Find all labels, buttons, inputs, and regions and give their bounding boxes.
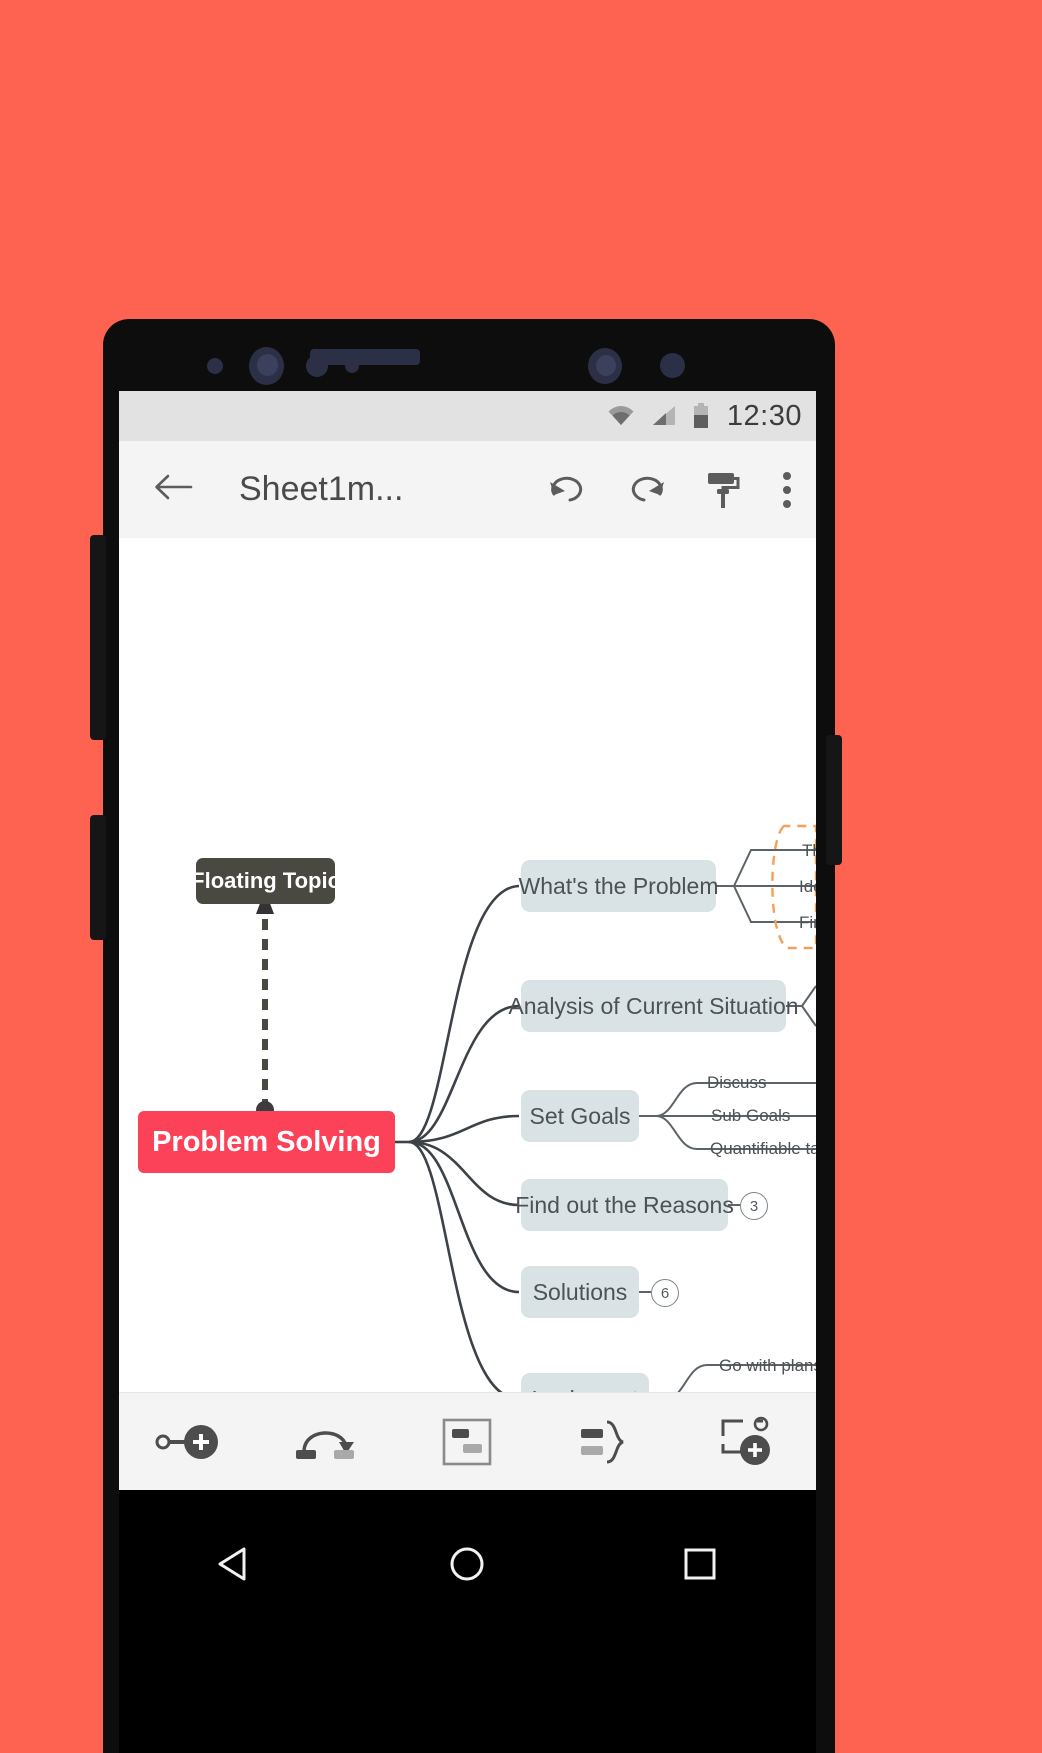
branch-node-find-reasons[interactable]: Find out the Reasons <box>515 1179 734 1231</box>
branch-label: Set Goals <box>529 1102 631 1129</box>
leaf-label[interactable]: Th <box>802 841 816 861</box>
branch-node-analysis[interactable]: Analysis of Current Situation <box>508 980 799 1032</box>
nav-back-icon[interactable] <box>195 1534 275 1594</box>
sensor-dot-4-inner <box>596 355 616 376</box>
status-bar: 12:30 <box>119 391 816 441</box>
redo-icon[interactable] <box>626 474 666 506</box>
floating-topic-label: Floating Topic <box>191 868 340 893</box>
leaf-label[interactable]: Fir <box>799 913 816 933</box>
phone-screen: 12:30 Sheet1m... Floating Topic Problem … <box>119 391 816 1490</box>
side-button-upper[interactable] <box>90 535 106 740</box>
branch-label: Find out the Reasons <box>515 1191 734 1218</box>
branch-label: Analysis of Current Situation <box>508 992 799 1019</box>
sensor-dot-1 <box>207 358 223 374</box>
add-summary-icon[interactable] <box>547 1407 667 1477</box>
branch-node-set-goals[interactable]: Set Goals <box>521 1090 639 1142</box>
floating-topic-node[interactable]: Floating Topic <box>191 858 340 904</box>
add-relationship-icon[interactable] <box>268 1407 388 1477</box>
side-button-lower[interactable] <box>90 815 106 940</box>
root-node[interactable]: Problem Solving <box>138 1111 395 1173</box>
app-bar: Sheet1m... <box>119 441 816 538</box>
battery-icon <box>693 403 709 429</box>
add-subtopic-icon[interactable] <box>129 1407 249 1477</box>
add-floating-topic-icon[interactable] <box>686 1407 806 1477</box>
collapsed-count-badge[interactable]: 6 <box>651 1279 679 1307</box>
leaf-label[interactable]: Go with plans <box>719 1356 816 1376</box>
nav-home-icon[interactable] <box>427 1534 507 1594</box>
branch-node-whats-the-problem[interactable]: What's the Problem <box>518 860 719 912</box>
bottom-toolbar <box>119 1392 816 1490</box>
branch-node-implement[interactable]: Implement <box>521 1373 649 1392</box>
branch-label: What's the Problem <box>518 872 719 899</box>
sensor-dot-5 <box>660 353 685 378</box>
collapsed-count-badge[interactable]: 3 <box>740 1192 768 1220</box>
status-bar-clock: 12:30 <box>726 399 802 432</box>
earpiece-speaker <box>310 349 420 365</box>
leaf-label[interactable]: Sub Goals <box>711 1106 790 1126</box>
back-arrow-icon[interactable] <box>153 472 193 507</box>
add-boundary-icon[interactable] <box>407 1407 527 1477</box>
side-button-right[interactable] <box>826 735 842 865</box>
paint-roller-icon[interactable] <box>704 470 742 510</box>
cellular-signal-icon <box>651 405 677 427</box>
page-title[interactable]: Sheet1m... <box>239 470 403 509</box>
wifi-icon <box>607 405 635 427</box>
leaf-label[interactable]: Ide <box>799 877 816 897</box>
badge-value: 6 <box>660 1284 670 1302</box>
android-navigation-bar <box>119 1490 816 1753</box>
front-camera-lens <box>257 354 278 376</box>
badge-value: 3 <box>749 1197 759 1215</box>
leaf-label[interactable]: Discuss <box>707 1073 767 1093</box>
branch-node-solutions[interactable]: Solutions <box>521 1266 639 1318</box>
mindmap-connectors <box>256 824 816 1392</box>
nav-recents-icon[interactable] <box>660 1534 740 1594</box>
branch-label: Solutions <box>532 1278 628 1305</box>
mindmap-canvas[interactable]: Floating Topic Problem Solving What's th… <box>119 538 816 1392</box>
leaf-label[interactable]: Quantifiable targe <box>710 1139 816 1159</box>
undo-icon[interactable] <box>548 474 588 506</box>
more-vertical-icon[interactable] <box>780 471 794 509</box>
root-node-label: Problem Solving <box>152 1125 381 1158</box>
